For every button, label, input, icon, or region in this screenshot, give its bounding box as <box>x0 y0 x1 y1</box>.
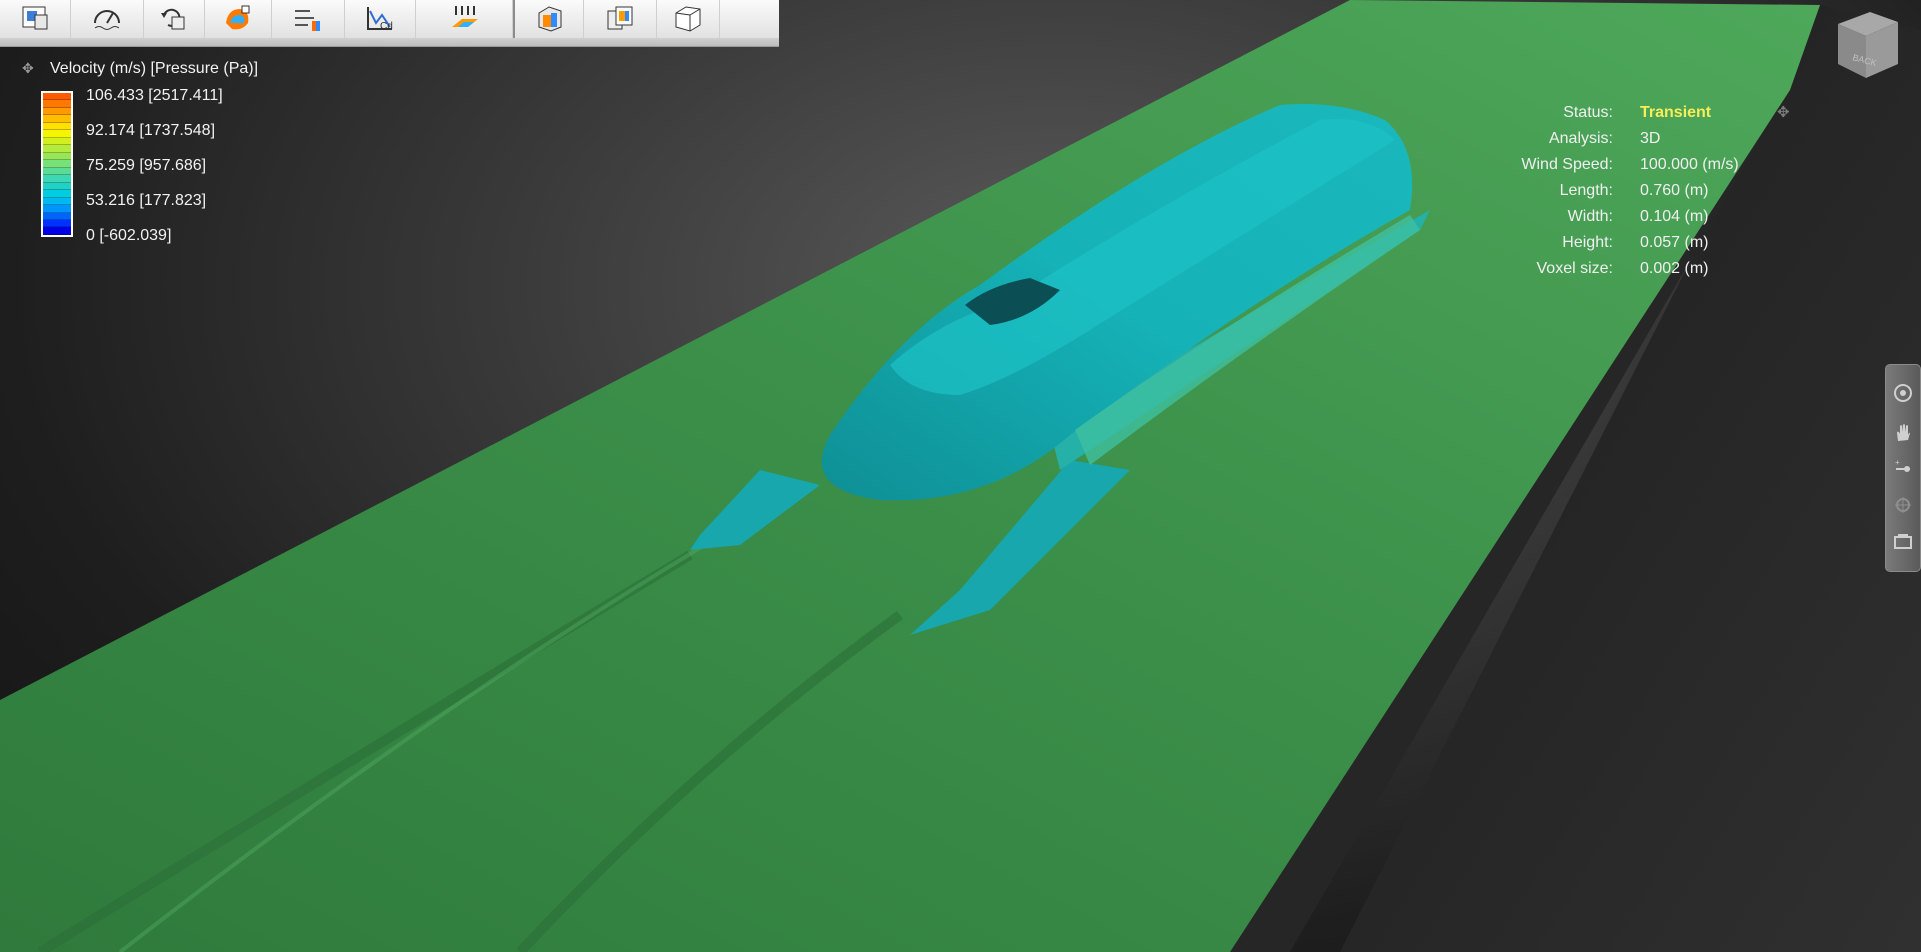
3d-viewport[interactable]: Cd ✥ Velocity (m/s) [Pressure (Pa)] 106.… <box>0 0 1921 952</box>
svg-text:Cd: Cd <box>380 21 393 32</box>
status-row: Voxel size: 0.002 (m) <box>1490 257 1790 283</box>
legend-color-swatch <box>43 107 71 116</box>
status-key: Voxel size: <box>1536 260 1613 277</box>
surface-results-button[interactable] <box>205 0 272 44</box>
pressure-plane-icon <box>452 6 478 27</box>
status-value: 3D <box>1640 130 1661 147</box>
legend-label: 53.216 [177.823] <box>86 192 207 209</box>
view-cube-display-icon <box>675 6 701 32</box>
legend-color-swatch <box>43 197 71 206</box>
status-value: 0.057 (m) <box>1640 234 1709 251</box>
legend-color-swatch <box>43 130 71 138</box>
svg-text:+: + <box>1895 459 1900 467</box>
legend-color-swatch <box>43 205 71 213</box>
legend-color-swatch <box>43 152 71 161</box>
status-value: 100.000 (m/s) <box>1640 156 1739 173</box>
legend-color-swatch <box>43 212 71 220</box>
legend-color-swatch <box>43 93 71 101</box>
orbit-icon[interactable] <box>1893 383 1913 403</box>
zoom-slider-icon[interactable]: + <box>1893 459 1913 479</box>
toolbar-dropdown-strip <box>0 38 779 46</box>
status-row: Height: 0.057 (m) <box>1490 231 1790 257</box>
legend-label: 106.433 [2517.411] <box>86 87 223 104</box>
legend-label: 0 [-602.039] <box>86 227 172 244</box>
drag-coefficient-plot-button[interactable]: Cd <box>345 0 416 38</box>
look-around-icon[interactable] <box>1893 495 1913 515</box>
wind-speed-gauge-button[interactable] <box>71 0 144 38</box>
camera-views-icon[interactable] <box>1893 531 1913 551</box>
legend-color-swatch <box>43 175 71 183</box>
pressure-plane-button[interactable] <box>416 0 513 38</box>
legend-title: Velocity (m/s) [Pressure (Pa)] <box>50 60 259 77</box>
surface-results-icon <box>226 5 250 30</box>
status-key: Wind Speed: <box>1521 156 1613 173</box>
status-row: Analysis: 3D <box>1490 127 1790 153</box>
wind-tunnel-box-icon <box>538 6 562 32</box>
legend-color-swatch <box>43 145 71 153</box>
analysis-settings-button[interactable] <box>0 0 71 38</box>
legend-color-swatch <box>43 115 71 123</box>
move-handle-icon[interactable]: ✥ <box>22 61 36 75</box>
legend-label: 75.259 [957.686] <box>86 157 207 174</box>
legend-color-swatch <box>43 219 71 228</box>
status-value: Transient <box>1640 104 1712 121</box>
status-panel: Status: Transient Analysis: 3D Wind Speed:… <box>1490 101 1790 283</box>
legend-label: 92.174 [1737.548] <box>86 122 216 139</box>
status-key: Width: <box>1567 208 1613 225</box>
status-row: Status: Transient <box>1490 101 1790 127</box>
legend-color-swatch <box>43 100 71 108</box>
rotate-model-button[interactable] <box>144 0 205 38</box>
status-row: Wind Speed: 100.000 (m/s) <box>1490 153 1790 179</box>
result-views-icon <box>607 6 633 30</box>
status-value: 0.760 (m) <box>1640 182 1709 199</box>
status-row: Width: 0.104 (m) <box>1490 205 1790 231</box>
flow-lines-icon <box>295 10 320 31</box>
legend-color-swatch <box>43 122 71 131</box>
legend-color-swatch <box>43 182 71 191</box>
status-value: 0.104 (m) <box>1640 208 1709 225</box>
view-cube[interactable]: BACK <box>1830 6 1902 82</box>
pan-hand-icon[interactable] <box>1893 423 1913 443</box>
rotate-model-icon <box>161 8 185 30</box>
legend-color-swatch <box>43 160 71 168</box>
flow-lines-button[interactable] <box>272 0 345 44</box>
legend-color-bar <box>41 91 73 237</box>
status-key: Length: <box>1559 182 1613 199</box>
status-row: Length: 0.760 (m) <box>1490 179 1790 205</box>
wind-speed-gauge-icon <box>94 10 120 30</box>
result-views-button[interactable] <box>584 0 657 38</box>
status-value: 0.002 (m) <box>1640 260 1709 277</box>
legend-color-swatch <box>43 167 71 176</box>
legend-color-swatch <box>43 190 71 198</box>
legend-color-swatch <box>43 137 71 146</box>
view-cube-display-button[interactable] <box>657 0 720 44</box>
wind-tunnel-box-button[interactable] <box>515 0 584 44</box>
status-key: Analysis: <box>1548 130 1613 147</box>
status-key: Status: <box>1563 104 1613 121</box>
analysis-settings-icon <box>22 6 48 30</box>
legend-color-swatch <box>43 227 71 235</box>
status-key: Height: <box>1562 234 1613 251</box>
drag-coefficient-plot-icon: Cd <box>367 7 393 32</box>
move-handle-icon[interactable]: ✥ <box>1777 103 1790 121</box>
navigation-bar: + <box>1885 364 1921 572</box>
